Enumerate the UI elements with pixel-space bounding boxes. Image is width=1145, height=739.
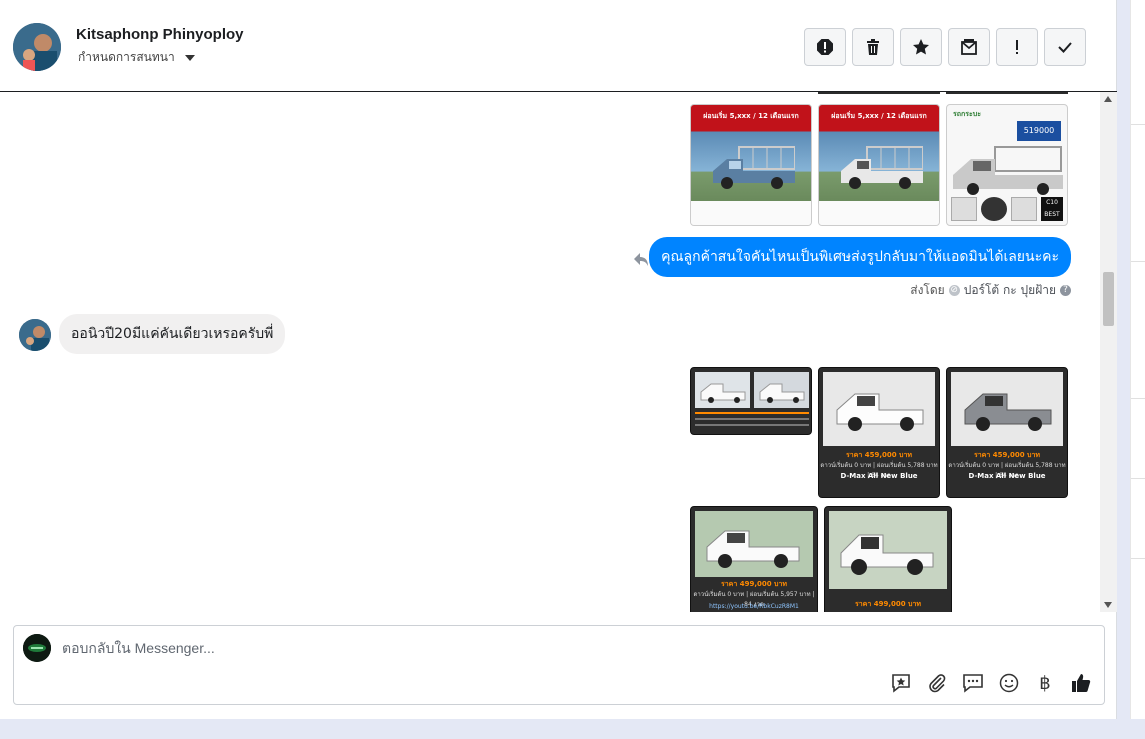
- contact-name[interactable]: Kitsaphonp Phinyoploy: [76, 26, 244, 43]
- pickup-truck-image: [759, 383, 805, 403]
- reply-composer: ฿: [13, 625, 1105, 705]
- assign-conversation-dropdown[interactable]: กำหนดการสนทนา: [78, 48, 195, 67]
- attachment-image[interactable]: ผ่อนเริ่ม 5,xxx / 12 เดือนแรก: [818, 104, 940, 226]
- page-avatar: [23, 634, 51, 662]
- page-badge-icon: ⊘: [948, 285, 960, 296]
- attachment-image[interactable]: ราคา 459,000 บาท ดาวน์เริ่มต้น 0 บาท | ผ…: [946, 367, 1068, 498]
- pickup-truck-image: [841, 146, 923, 189]
- assign-label: กำหนดการสนทนา: [78, 50, 175, 64]
- reply-input[interactable]: [62, 637, 662, 659]
- image-banner-text: ผ่อนเริ่ม 5,xxx / 12 เดือนแรก: [703, 112, 799, 120]
- adjacent-panel-edge: [1130, 0, 1145, 719]
- previous-image-edge: [818, 92, 940, 94]
- image-badge: C10 BEST: [1041, 197, 1063, 221]
- baht-icon[interactable]: ฿: [1034, 673, 1056, 694]
- sent-by-author[interactable]: ปอร์โต้ กะ ปุยฝ้าย: [964, 281, 1056, 300]
- delete-button[interactable]: [852, 28, 894, 66]
- outgoing-message-bubble[interactable]: คุณลูกค้าสนใจคันไหนเป็นพิเศษส่งรูปกลับมา…: [649, 237, 1071, 277]
- pickup-truck-image: [953, 146, 1063, 195]
- like-icon[interactable]: [1070, 672, 1092, 694]
- sent-by-line: ส่งโดย ⊘ ปอร์โต้ กะ ปุยฝ้าย ?: [910, 281, 1071, 300]
- pickup-truck-image: [713, 146, 795, 189]
- previous-image-edge: [946, 92, 1068, 94]
- caret-down-icon: [184, 54, 195, 61]
- reply-icon[interactable]: [632, 250, 650, 268]
- attachment-image[interactable]: รถกระบะ 519000 C10 BEST: [946, 104, 1068, 226]
- conversation-actions: [804, 28, 1086, 66]
- image-header-text: รถกระบะ: [953, 110, 981, 118]
- image-price-text: 519000: [1017, 121, 1061, 141]
- pickup-truck-image: [840, 534, 934, 575]
- attachment-image[interactable]: ราคา 499,000 บาท: [824, 506, 952, 612]
- pickup-truck-image: [836, 393, 924, 431]
- scroll-up-arrow[interactable]: [1104, 96, 1112, 102]
- mark-unread-button[interactable]: [948, 28, 990, 66]
- star-icon: [913, 39, 929, 55]
- saved-reply-icon[interactable]: [890, 672, 912, 694]
- listing-model: D-Max All New Blue: [968, 472, 1046, 480]
- attachment-image[interactable]: ผ่อนเริ่ม 5,xxx / 12 เดือนแรก: [690, 104, 812, 226]
- mark-important-button[interactable]: [996, 28, 1038, 66]
- listing-price: ราคา 499,000 บาท: [854, 600, 922, 608]
- contact-avatar[interactable]: [13, 23, 61, 71]
- attachment-image[interactable]: ราคา 499,000 บาท ดาวน์เริ่มต้น 0 บาท | ผ…: [690, 506, 818, 612]
- emoji-icon[interactable]: [998, 672, 1020, 694]
- message-thread[interactable]: ผ่อนเริ่ม 5,xxx / 12 เดือนแรก ผ่อนเริ่ม …: [0, 92, 1117, 612]
- chat-bubbles-icon[interactable]: [962, 672, 984, 694]
- messenger-panel: Kitsaphonp Phinyoploy กำหนดการสนทนา ผ่อน…: [0, 0, 1117, 719]
- mark-unread-icon: [961, 39, 977, 55]
- exclamation-icon: [1016, 40, 1018, 54]
- attach-icon[interactable]: [926, 672, 948, 694]
- mark-done-button[interactable]: [1044, 28, 1086, 66]
- sent-by-prefix: ส่งโดย: [910, 283, 945, 297]
- scrollbar-thumb[interactable]: [1103, 272, 1114, 326]
- help-icon[interactable]: ?: [1060, 285, 1071, 296]
- conversation-header: Kitsaphonp Phinyoploy กำหนดการสนทนา: [0, 0, 1117, 92]
- star-button[interactable]: [900, 28, 942, 66]
- pickup-truck-image: [964, 393, 1052, 431]
- attachment-image[interactable]: ราคา 459,000 บาท ดาวน์เริ่มต้น 0 บาท | ผ…: [818, 367, 940, 498]
- incoming-message-bubble[interactable]: ออนิวปี20มีแค่คันเดียวเหรอครับพี่: [59, 314, 286, 354]
- image-banner-text: ผ่อนเริ่ม 5,xxx / 12 เดือนแรก: [831, 112, 927, 120]
- listing-model: D-Max All New Blue: [840, 472, 918, 480]
- contact-avatar-small[interactable]: [19, 319, 51, 351]
- listing-link[interactable]: https://youtu.be/RbkCuzR8M1: [691, 603, 817, 610]
- scroll-down-arrow[interactable]: [1104, 602, 1112, 608]
- thread-scrollbar[interactable]: [1100, 92, 1117, 612]
- pickup-truck-image: [700, 383, 746, 403]
- composer-tools: ฿: [890, 672, 1092, 694]
- report-spam-button[interactable]: [804, 28, 846, 66]
- attachment-image[interactable]: [690, 367, 812, 435]
- checkmark-icon: [1058, 42, 1072, 53]
- pickup-truck-image: [706, 530, 800, 568]
- trash-icon: [867, 39, 879, 55]
- report-spam-icon: [817, 39, 833, 55]
